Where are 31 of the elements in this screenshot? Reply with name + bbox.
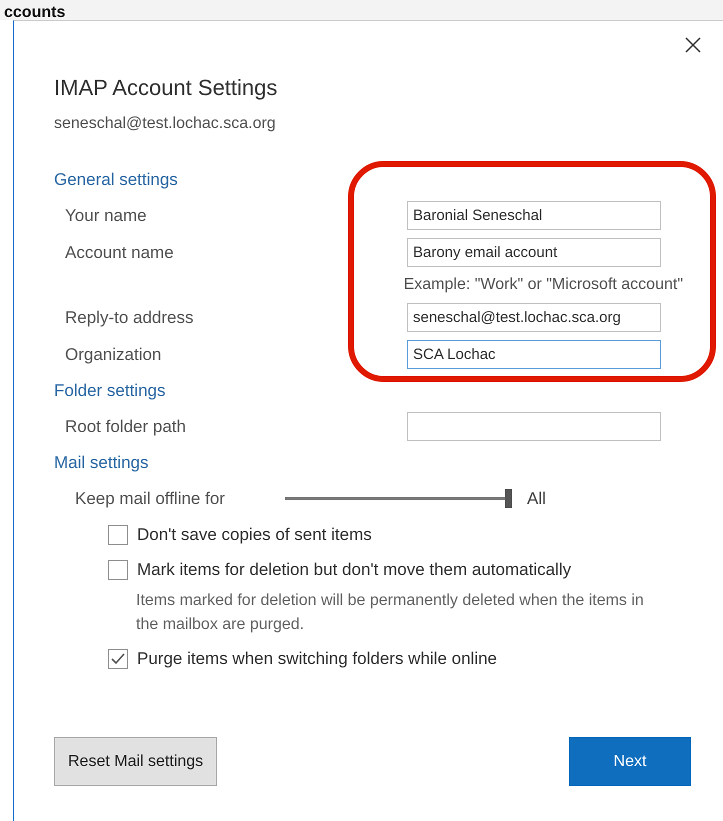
input-field[interactable]: SCA Lochac [407, 340, 661, 369]
slider-thumb[interactable] [505, 489, 512, 508]
input-field[interactable]: Baronial Seneschal [407, 201, 661, 230]
input-field[interactable]: seneschal@test.lochac.sca.org [407, 303, 661, 332]
checkbox-label: Mark items for deletion but don't move them automatically [137, 560, 572, 580]
checkbox-label: Don't save copies of sent items [137, 524, 372, 544]
reset-button[interactable]: Reset Mail settings [54, 737, 218, 786]
field-label: Root folder path [64, 416, 187, 436]
background-heading: ccounts [4, 6, 66, 20]
note-text: Items marked for deletion will be permanently deleted when the items in the mailbox are purged. [135, 591, 645, 635]
account-address: seneschal@test.lochac.sca.org [54, 115, 277, 133]
next-button[interactable]: Next [569, 737, 691, 786]
field-label: Organization [64, 344, 162, 364]
slider-label: Keep mail offline for [74, 488, 226, 508]
slider-reading: All [527, 488, 546, 508]
field-label: Account name [64, 242, 175, 262]
checkbox-label: Purge items when switching folders while online [137, 648, 498, 668]
section-heading: Mail settings [54, 452, 150, 474]
checkbox[interactable] [108, 560, 128, 580]
checkbox[interactable] [108, 648, 128, 668]
checkbox[interactable] [108, 524, 128, 544]
dialog-title: IMAP Account Settings [54, 75, 278, 101]
hint-text: Example: "Work" or "Microsoft account" [404, 276, 683, 294]
close-icon [685, 37, 701, 53]
input-field[interactable]: Barony email account [407, 238, 661, 267]
section-heading: General settings [54, 168, 179, 190]
field-label: Your name [64, 206, 148, 226]
field-label: Reply-to address [64, 308, 195, 328]
input-field[interactable] [407, 412, 661, 441]
check-icon [111, 652, 125, 664]
section-heading: Folder settings [54, 380, 166, 402]
